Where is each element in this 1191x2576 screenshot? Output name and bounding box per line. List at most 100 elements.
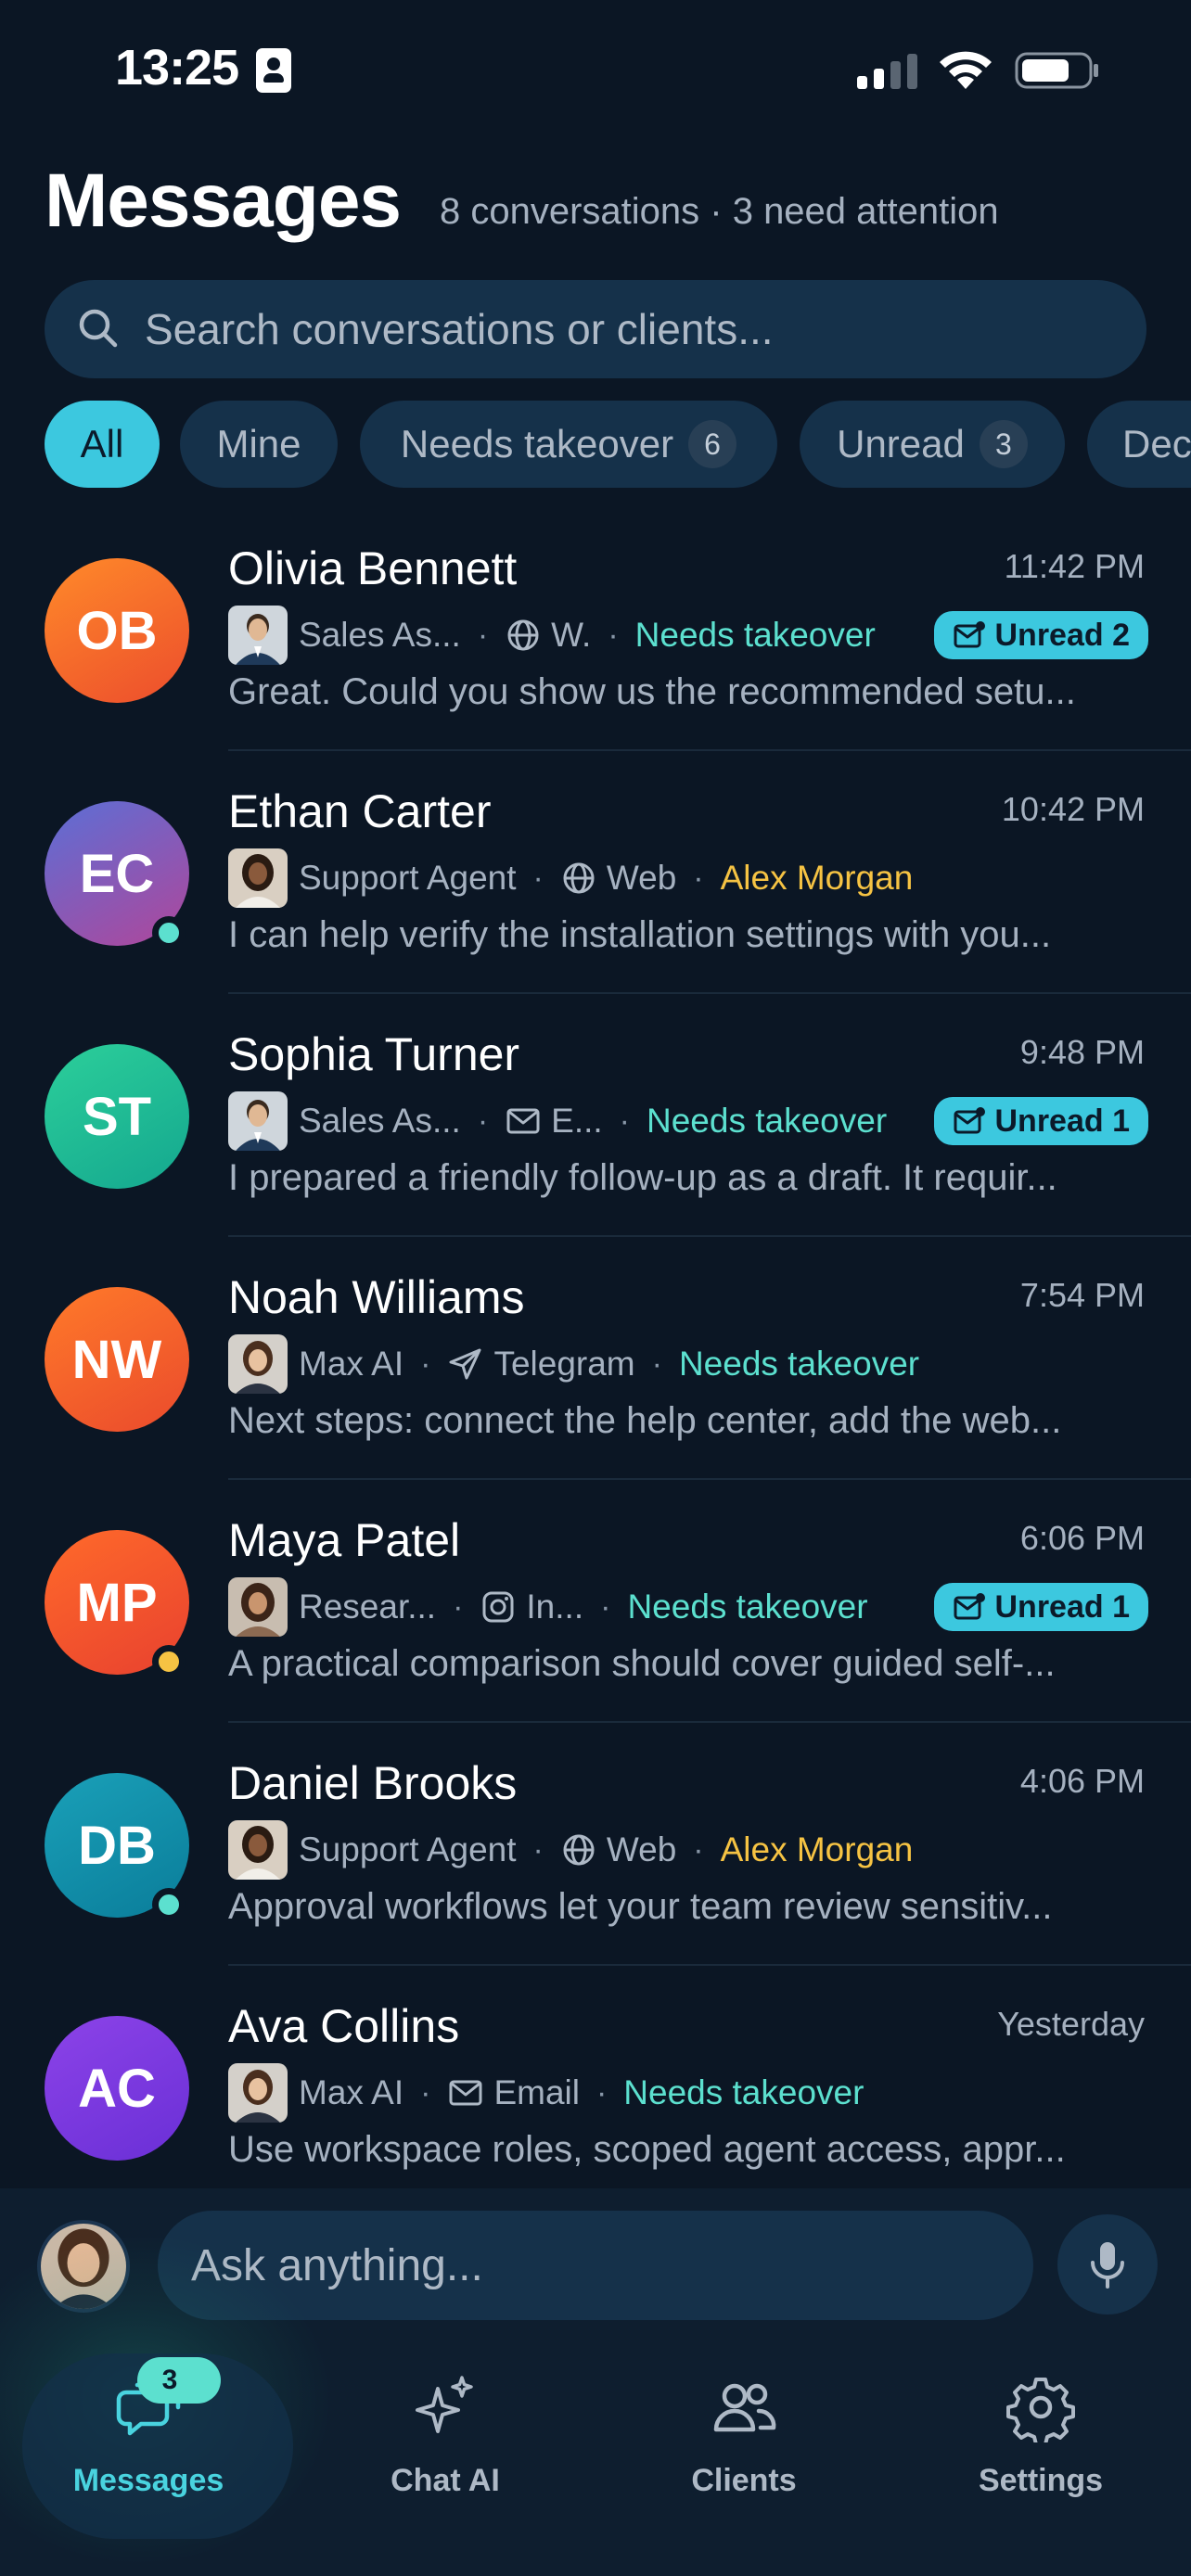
conversation-status: Alex Morgan bbox=[720, 1830, 914, 1868]
sparkles-icon bbox=[416, 2376, 473, 2433]
voice-input-button[interactable] bbox=[1057, 2214, 1158, 2315]
conversation-row[interactable]: NW Noah Williams 7:54 PM Max AI · Telegram · Ne… bbox=[0, 1237, 1191, 1480]
conversation-status: Needs takeover bbox=[647, 1102, 888, 1140]
channel-name: In... bbox=[526, 1588, 584, 1626]
battery-icon bbox=[1015, 52, 1098, 89]
channel-name: Telegram bbox=[493, 1345, 635, 1383]
mail-unread-icon bbox=[954, 1107, 985, 1134]
client-avatar: AC bbox=[45, 2016, 189, 2161]
message-preview: Great. Could you show us the recommended… bbox=[228, 671, 1076, 712]
channel-name: E... bbox=[551, 1102, 603, 1140]
client-initials: NW bbox=[71, 1329, 162, 1390]
conversation-status: Needs takeover bbox=[623, 2073, 864, 2111]
conversation-status: Needs takeover bbox=[627, 1588, 868, 1626]
presence-dot bbox=[152, 916, 186, 950]
filter-chip-all[interactable]: All bbox=[45, 401, 160, 488]
separator-dot: · bbox=[420, 1345, 431, 1382]
send-icon bbox=[447, 1345, 484, 1383]
filter-chip-label: All bbox=[80, 422, 124, 465]
message-preview: I prepared a friendly follow-up as a dra… bbox=[228, 1157, 1057, 1198]
conversation-time: 7:54 PM bbox=[1019, 1276, 1145, 1314]
tab-clients[interactable]: Clients bbox=[605, 2344, 883, 2530]
wifi-icon bbox=[940, 51, 992, 89]
agent-avatar bbox=[228, 606, 288, 665]
conversation-meta: Sales As... · E... · Needs takeover Unread 1 bbox=[228, 1090, 1148, 1152]
filter-chip-label: Unread bbox=[837, 422, 965, 465]
channel-name: Email bbox=[493, 2073, 580, 2111]
gear-icon bbox=[1006, 2378, 1075, 2442]
client-name: Ethan Carter bbox=[228, 785, 492, 837]
conversation-time: 9:48 PM bbox=[1019, 1033, 1145, 1071]
filter-chip-dec[interactable]: Dec bbox=[1087, 401, 1191, 488]
page-title: Messages bbox=[45, 159, 402, 243]
agent-avatar bbox=[228, 848, 288, 908]
separator-dot: · bbox=[608, 617, 619, 653]
client-name: Daniel Brooks bbox=[228, 1757, 518, 1809]
conversation-meta: Max AI · Email · Needs takeover bbox=[228, 2062, 1148, 2123]
agent-avatar bbox=[228, 2063, 288, 2123]
message-preview: Use workspace roles, scoped agent access… bbox=[228, 2129, 1066, 2170]
agent-name: Max AI bbox=[299, 1345, 404, 1383]
client-name: Noah Williams bbox=[228, 1271, 525, 1323]
client-name: Olivia Bennett bbox=[228, 542, 518, 594]
client-avatar: NW bbox=[45, 1287, 189, 1432]
agent-name: Sales As... bbox=[299, 1102, 461, 1140]
conversation-row[interactable]: ST Sophia Turner 9:48 PM Sales As... · E... · N… bbox=[0, 994, 1191, 1237]
separator-dot: · bbox=[477, 1103, 489, 1139]
client-name: Maya Patel bbox=[228, 1514, 461, 1566]
unread-label: Unread 1 bbox=[994, 1588, 1131, 1625]
presence-dot bbox=[152, 1645, 186, 1678]
unread-badge: Unread 1 bbox=[933, 1583, 1148, 1631]
filter-chip-unread[interactable]: Unread 3 bbox=[800, 401, 1065, 488]
filter-chip-needs-takeover[interactable]: Needs takeover 6 bbox=[360, 401, 777, 488]
client-initials: OB bbox=[76, 600, 158, 661]
conversation-row[interactable]: DB Daniel Brooks 4:06 PM Support Agent · Web ·… bbox=[0, 1723, 1191, 1966]
page-subtitle: 8 conversations · 3 need attention bbox=[440, 191, 999, 232]
message-preview: A practical comparison should cover guid… bbox=[228, 1643, 1056, 1684]
conversation-meta: Max AI · Telegram · Needs takeover bbox=[228, 1333, 1148, 1395]
unread-badge: Unread 1 bbox=[933, 1097, 1148, 1145]
separator-dot: · bbox=[651, 1345, 662, 1382]
conversation-time: 10:42 PM bbox=[1001, 790, 1145, 828]
agent-avatar bbox=[228, 1334, 288, 1394]
client-avatar: OB bbox=[45, 558, 189, 703]
conversation-row[interactable]: OB Olivia Bennett 11:42 PM Sales As... · W. · N… bbox=[0, 508, 1191, 751]
contact-card-icon bbox=[256, 48, 291, 93]
conversation-time: 4:06 PM bbox=[1019, 1762, 1145, 1800]
client-initials: ST bbox=[82, 1086, 152, 1147]
conversation-time: 6:06 PM bbox=[1019, 1519, 1145, 1557]
message-preview: Next steps: connect the help center, add… bbox=[228, 1400, 1062, 1441]
tab-settings[interactable]: Settings bbox=[902, 2344, 1180, 2530]
filter-chip-count: 3 bbox=[979, 420, 1028, 468]
conversation-time: 11:42 PM bbox=[1004, 547, 1145, 585]
mail-unread-icon bbox=[954, 1593, 985, 1620]
separator-dot: · bbox=[619, 1103, 630, 1139]
filter-chip-mine[interactable]: Mine bbox=[180, 401, 338, 488]
conversation-meta: Support Agent · Web · Alex Morgan bbox=[228, 848, 1148, 909]
tab-messages[interactable]: Messages 3 bbox=[9, 2344, 293, 2539]
client-name: Ava Collins bbox=[228, 2000, 460, 2052]
conversation-status: Needs takeover bbox=[634, 616, 876, 654]
channel-name: W. bbox=[551, 616, 592, 654]
tab-label: Chat AI bbox=[391, 2463, 500, 2498]
separator-dot: · bbox=[693, 860, 704, 896]
conversation-meta: Sales As... · W. · Needs takeover Unread 2 bbox=[228, 605, 1148, 666]
unread-label: Unread 1 bbox=[994, 1103, 1131, 1139]
agent-name: Support Agent bbox=[299, 1830, 517, 1868]
cellular-signal-icon bbox=[857, 54, 917, 89]
conversation-time: Yesterday bbox=[997, 2005, 1145, 2043]
agent-name: Resear... bbox=[299, 1588, 437, 1626]
conversation-status: Needs takeover bbox=[678, 1345, 920, 1383]
client-initials: AC bbox=[78, 2058, 156, 2119]
filter-chip-label: Mine bbox=[216, 422, 301, 465]
search-input[interactable] bbox=[145, 280, 1109, 378]
tab-badge: 3 bbox=[137, 2357, 221, 2404]
search-bar[interactable] bbox=[45, 280, 1146, 378]
client-name: Sophia Turner bbox=[228, 1028, 520, 1080]
tab-chat-ai[interactable]: Chat AI bbox=[306, 2344, 584, 2530]
conversation-row[interactable]: EC Ethan Carter 10:42 PM Support Agent · Web ·… bbox=[0, 751, 1191, 994]
separator-dot: · bbox=[693, 1831, 704, 1868]
client-initials: DB bbox=[78, 1815, 156, 1876]
conversation-row[interactable]: MP Maya Patel 6:06 PM Resear... · In... · Needs… bbox=[0, 1480, 1191, 1723]
conversation-row[interactable]: AC Ava Collins Yesterday Max AI · Email · Needs… bbox=[0, 1966, 1191, 2209]
